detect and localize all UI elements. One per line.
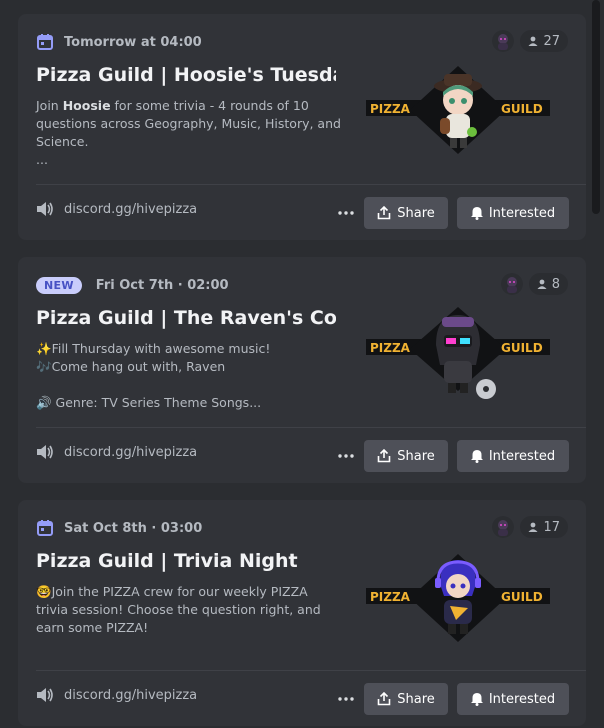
banner-right-text: GUILD [501,102,543,116]
event-location[interactable]: discord.gg/hivepizza [36,687,197,703]
event-card-footer: discord.gg/hivepizza Share Interested [18,185,586,240]
person-icon [537,279,547,289]
host-avatar [500,273,523,295]
event-meta: 17 [492,516,568,538]
banner-right-text: GUILD [501,341,543,355]
share-icon [377,206,391,220]
more-options-button[interactable] [334,203,358,223]
event-description: ✨Fill Thursday with awesome music! 🎶Come… [36,341,271,410]
stage-icon [37,202,53,216]
new-badge: NEW [36,276,82,294]
stage-icon [37,445,53,459]
event-date: Fri Oct 7th · 02:00 [95,277,229,293]
event-card-body[interactable]: Tomorrow at 04:00 27 Pizza Guild | Hoosi… [18,14,586,184]
event-meta: 8 [500,273,568,295]
event-title[interactable]: Pizza Guild | Trivia Night [36,550,336,572]
share-button[interactable]: Share [364,683,448,715]
more-icon [338,697,354,701]
event-description: 🤓Join the PIZZA crew for our weekly PIZZ… [36,584,321,635]
event-location-link[interactable]: discord.gg/hivepizza [64,445,197,460]
calendar-icon [37,34,53,50]
share-button[interactable]: Share [364,197,448,229]
banner-left-text: PIZZA [370,341,411,355]
interested-label: Interested [488,448,556,464]
share-icon [377,692,391,706]
bell-icon [470,207,483,220]
event-location-link[interactable]: discord.gg/hivepizza [64,202,197,217]
host-avatar [492,30,515,52]
event-date: Sat Oct 8th · 03:00 [64,520,203,536]
bell-icon [470,693,483,706]
share-icon [377,449,391,463]
interested-button[interactable]: Interested [457,683,569,715]
interested-label: Interested [488,691,556,707]
host-avatar [492,516,515,538]
event-date-row: Sat Oct 8th · 03:00 [36,517,202,539]
stage-icon [37,688,53,702]
event-card-body[interactable]: NEW Fri Oct 7th · 02:00 8 Pizza Guild | … [18,257,586,427]
event-cover-image: PIZZA GUILD [366,554,550,642]
interested-count-value: 27 [543,33,560,49]
calendar-icon [37,520,53,536]
banner-right-text: GUILD [501,590,543,604]
person-icon [528,522,538,532]
interested-count: 17 [520,516,568,538]
interested-count-value: 8 [551,276,560,292]
event-cover-image: PIZZA GUILD [366,307,550,399]
person-icon [528,36,538,46]
event-card[interactable]: Tomorrow at 04:00 27 Pizza Guild | Hoosi… [18,14,586,240]
more-options-button[interactable] [334,689,358,709]
share-label: Share [397,448,435,464]
event-date-row: Tomorrow at 04:00 [36,31,202,53]
event-list: Tomorrow at 04:00 27 Pizza Guild | Hoosi… [0,0,604,728]
event-location-link[interactable]: discord.gg/hivepizza [64,688,197,703]
share-button[interactable]: Share [364,440,448,472]
event-cover-image: PIZZA GUILD [366,66,550,154]
event-date-row: NEW Fri Oct 7th · 02:00 [36,274,229,296]
event-date: Tomorrow at 04:00 [64,34,202,50]
event-card-footer: discord.gg/hivepizza Share Interested [18,671,586,726]
event-title[interactable]: Pizza Guild | Hoosie's Tuesda... [36,64,336,86]
bell-icon [470,450,483,463]
event-location[interactable]: discord.gg/hivepizza [36,201,197,217]
share-label: Share [397,205,435,221]
more-options-button[interactable] [334,446,358,466]
more-icon [338,211,354,215]
event-meta: 27 [492,30,568,52]
share-label: Share [397,691,435,707]
event-card-footer: discord.gg/hivepizza Share Interested [18,428,586,483]
event-card[interactable]: NEW Fri Oct 7th · 02:00 8 Pizza Guild | … [18,257,586,483]
event-title[interactable]: Pizza Guild | The Raven's Court [36,307,336,329]
interested-count: 27 [520,30,568,52]
event-card[interactable]: Sat Oct 8th · 03:00 17 Pizza Guild | Tri… [18,500,586,726]
banner-left-text: PIZZA [370,102,411,116]
interested-label: Interested [488,205,556,221]
host-name: Hoosie [62,98,111,113]
more-icon [338,454,354,458]
interested-button[interactable]: Interested [457,197,569,229]
interested-button[interactable]: Interested [457,440,569,472]
interested-count-value: 17 [543,519,560,535]
event-card-body[interactable]: Sat Oct 8th · 03:00 17 Pizza Guild | Tri… [18,500,586,670]
event-description: Join Hoosie for some trivia - 4 rounds o… [36,98,341,167]
scrollbar-thumb[interactable] [592,0,600,214]
banner-left-text: PIZZA [370,590,411,604]
interested-count: 8 [528,273,568,295]
event-location[interactable]: discord.gg/hivepizza [36,444,197,460]
